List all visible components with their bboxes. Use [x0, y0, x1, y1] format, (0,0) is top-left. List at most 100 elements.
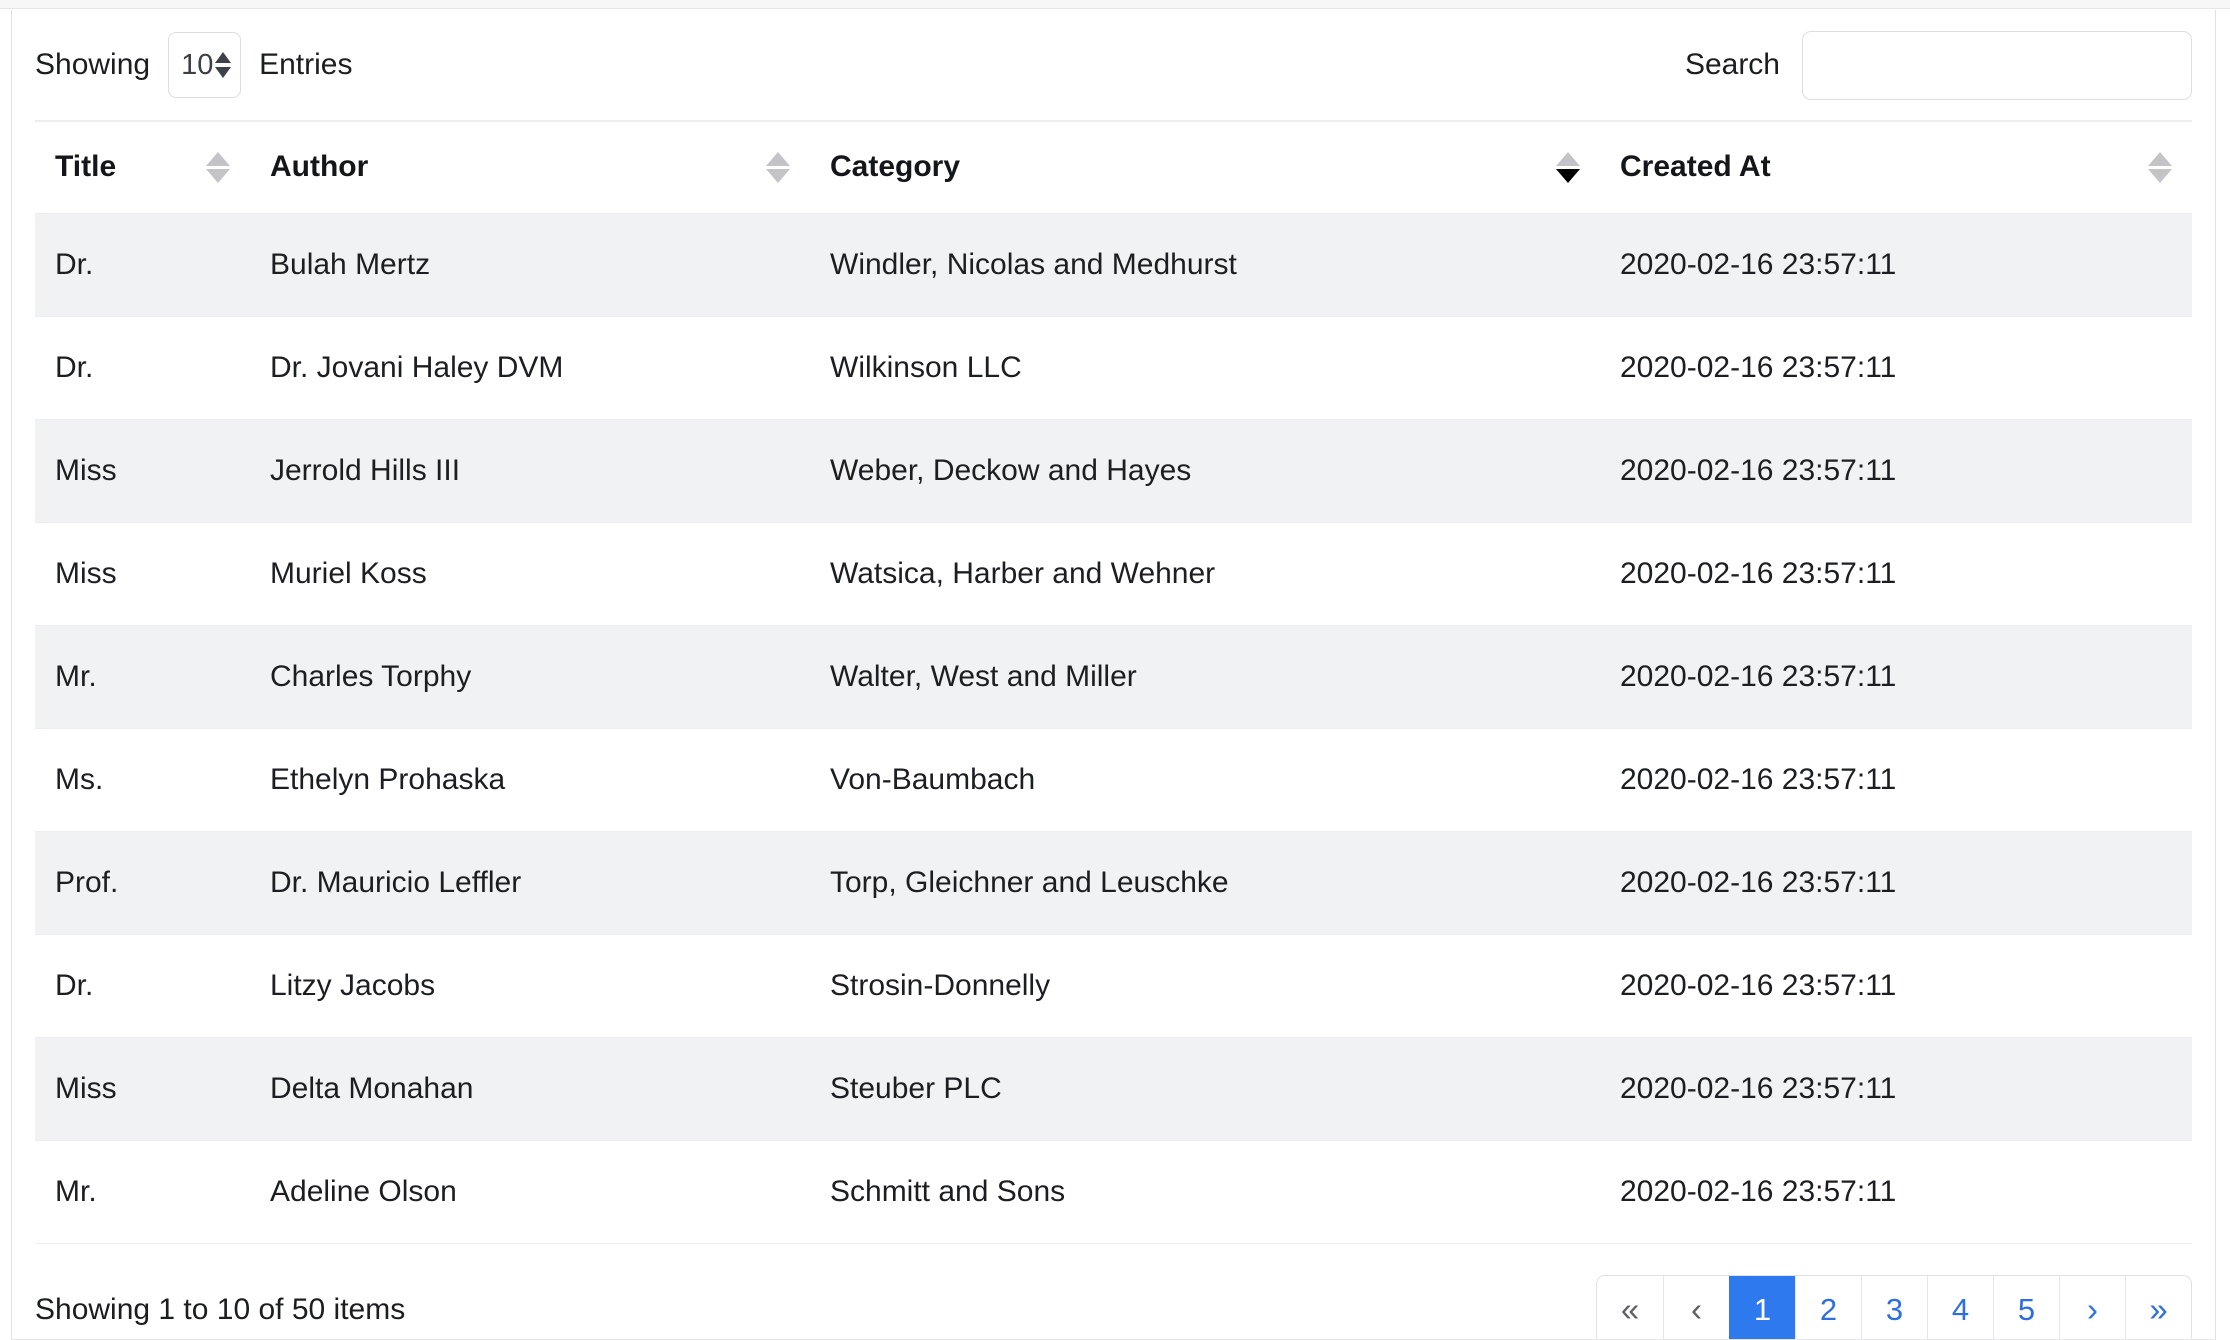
- cell-author: Ethelyn Prohaska: [250, 727, 810, 831]
- cell-created-at: 2020-02-16 23:57:11: [1600, 727, 2192, 831]
- sort-down-arrow-icon: [206, 168, 230, 183]
- sort-up-arrow-icon: [1556, 151, 1580, 166]
- cell-title: Miss: [35, 1036, 250, 1140]
- sort-icon-title[interactable]: [206, 151, 230, 183]
- table-body: Dr. Bulah Mertz Windler, Nicolas and Medhu…: [35, 212, 2192, 1244]
- sort-down-arrow-icon: [1556, 168, 1580, 183]
- cell-category: Windler, Nicolas and Medhurst: [810, 212, 1600, 316]
- cell-created-at: 2020-02-16 23:57:11: [1600, 1139, 2192, 1244]
- cell-created-at: 2020-02-16 23:57:11: [1600, 315, 2192, 419]
- sort-down-arrow-icon: [766, 168, 790, 183]
- cell-author: Bulah Mertz: [250, 212, 810, 316]
- cell-created-at: 2020-02-16 23:57:11: [1600, 212, 2192, 316]
- column-header-created-at-label: Created At: [1620, 150, 1771, 184]
- pagination-page-5[interactable]: 5: [1993, 1275, 2059, 1340]
- sort-up-arrow-icon: [2148, 151, 2172, 166]
- cell-category: Torp, Gleichner and Leuschke: [810, 830, 1600, 934]
- table-head: Title Author Category Created At: [35, 120, 2192, 214]
- column-header-author-label: Author: [270, 150, 369, 184]
- cell-title: Dr.: [35, 212, 250, 316]
- cell-title: Dr.: [35, 933, 250, 1037]
- sort-up-arrow-icon: [766, 151, 790, 166]
- cell-created-at: 2020-02-16 23:57:11: [1600, 933, 2192, 1037]
- datatable-toolbar: Showing 10 Entries Search: [35, 10, 2192, 120]
- entries-per-page-input[interactable]: 10: [168, 32, 242, 98]
- cell-category: Weber, Deckow and Hayes: [810, 418, 1600, 522]
- column-header-author[interactable]: Author: [250, 120, 810, 214]
- column-header-category[interactable]: Category: [810, 120, 1600, 214]
- table-row[interactable]: Dr. Dr. Jovani Haley DVM Wilkinson LLC 2020…: [35, 315, 2192, 419]
- number-spinner-icon[interactable]: [215, 52, 232, 78]
- cell-title: Mr.: [35, 624, 250, 728]
- cell-title: Ms.: [35, 727, 250, 831]
- table-row[interactable]: Prof. Dr. Mauricio Leffler Torp, Gleichner…: [35, 830, 2192, 934]
- cell-author: Charles Torphy: [250, 624, 810, 728]
- pagination-page-4[interactable]: 4: [1927, 1275, 1993, 1340]
- pagination-last[interactable]: »: [2125, 1275, 2191, 1340]
- spinner-up-arrow-icon[interactable]: [215, 52, 232, 63]
- datatable-card: Showing 10 Entries Search Title Author C…: [11, 10, 2216, 1340]
- sort-up-arrow-icon: [206, 151, 230, 166]
- pagination-previous[interactable]: ‹: [1663, 1275, 1729, 1340]
- top-strip: [0, 0, 2230, 9]
- cell-category: Von-Baumbach: [810, 727, 1600, 831]
- spinner-down-arrow-icon[interactable]: [215, 67, 232, 78]
- search-input[interactable]: [1802, 30, 2192, 100]
- pagination-info: Showing 1 to 10 of 50 items: [35, 1292, 406, 1326]
- sort-icon-category[interactable]: [1556, 151, 1580, 183]
- showing-label: Showing: [35, 48, 151, 81]
- cell-created-at: 2020-02-16 23:57:11: [1600, 1036, 2192, 1140]
- pagination-page-3[interactable]: 3: [1861, 1275, 1927, 1340]
- cell-title: Miss: [35, 521, 250, 625]
- cell-author: Litzy Jacobs: [250, 933, 810, 1037]
- cell-author: Jerrold Hills III: [250, 418, 810, 522]
- cell-created-at: 2020-02-16 23:57:11: [1600, 418, 2192, 522]
- cell-author: Muriel Koss: [250, 521, 810, 625]
- table-row[interactable]: Dr. Bulah Mertz Windler, Nicolas and Medhu…: [35, 212, 2192, 316]
- table-row[interactable]: Mr. Charles Torphy Walter, West and Miller…: [35, 624, 2192, 728]
- cell-title: Miss: [35, 418, 250, 522]
- sort-down-arrow-icon: [2148, 168, 2172, 183]
- cell-created-at: 2020-02-16 23:57:11: [1600, 624, 2192, 728]
- table-row[interactable]: Miss Muriel Koss Watsica, Harber and Wehne…: [35, 521, 2192, 625]
- search-control: Search: [1684, 30, 2192, 100]
- pagination: «‹ 1 2 3 4 5 ›»: [1596, 1274, 2192, 1340]
- datatable-footer: Showing 1 to 10 of 50 items «‹ 1 2 3 4 5 ›»: [35, 1244, 2192, 1340]
- cell-category: Watsica, Harber and Wehner: [810, 521, 1600, 625]
- search-label: Search: [1684, 48, 1780, 81]
- cell-category: Walter, West and Miller: [810, 624, 1600, 728]
- pagination-page-2[interactable]: 2: [1795, 1275, 1861, 1340]
- data-table: Title Author Category Created At Dr. Bul…: [35, 120, 2192, 1244]
- cell-author: Dr. Mauricio Leffler: [250, 830, 810, 934]
- column-header-title[interactable]: Title: [35, 120, 250, 214]
- table-row[interactable]: Miss Jerrold Hills III Weber, Deckow and H…: [35, 418, 2192, 522]
- table-row[interactable]: Dr. Litzy Jacobs Strosin-Donnelly 2020-02-1…: [35, 933, 2192, 1037]
- cell-category: Steuber PLC: [810, 1036, 1600, 1140]
- sort-icon-author[interactable]: [766, 151, 790, 183]
- column-header-category-label: Category: [830, 150, 961, 184]
- cell-title: Mr.: [35, 1139, 250, 1244]
- table-row[interactable]: Mr. Adeline Olson Schmitt and Sons 2020-02-…: [35, 1139, 2192, 1244]
- pagination-next[interactable]: ›: [2059, 1275, 2125, 1340]
- sort-icon-created-at[interactable]: [2148, 151, 2172, 183]
- cell-created-at: 2020-02-16 23:57:11: [1600, 521, 2192, 625]
- table-row[interactable]: Ms. Ethelyn Prohaska Von-Baumbach 2020-02-1…: [35, 727, 2192, 831]
- entries-label: Entries: [259, 48, 353, 81]
- cell-title: Prof.: [35, 830, 250, 934]
- cell-created-at: 2020-02-16 23:57:11: [1600, 830, 2192, 934]
- pagination-first[interactable]: «: [1597, 1275, 1663, 1340]
- entries-per-page-value: 10: [181, 48, 214, 81]
- table-row[interactable]: Miss Delta Monahan Steuber PLC 2020-02-16 2…: [35, 1036, 2192, 1140]
- cell-category: Strosin-Donnelly: [810, 933, 1600, 1037]
- cell-author: Adeline Olson: [250, 1139, 810, 1244]
- column-header-title-label: Title: [55, 150, 117, 184]
- table-header-row: Title Author Category Created At: [35, 120, 2192, 214]
- cell-category: Schmitt and Sons: [810, 1139, 1600, 1244]
- cell-author: Delta Monahan: [250, 1036, 810, 1140]
- datatable-page: Showing 10 Entries Search Title Author C…: [0, 0, 2230, 1340]
- column-header-created-at[interactable]: Created At: [1600, 120, 2192, 214]
- pagination-page-1[interactable]: 1: [1729, 1275, 1795, 1340]
- cell-title: Dr.: [35, 315, 250, 419]
- cell-category: Wilkinson LLC: [810, 315, 1600, 419]
- cell-author: Dr. Jovani Haley DVM: [250, 315, 810, 419]
